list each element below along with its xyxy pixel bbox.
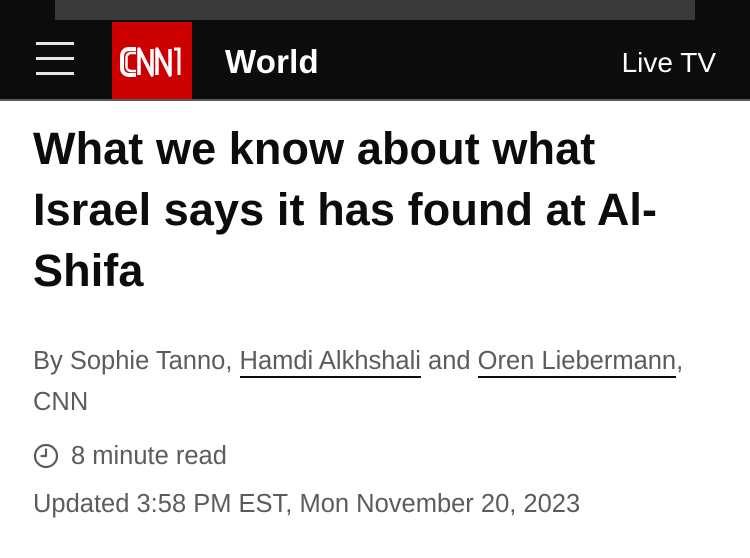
clock-icon [33, 443, 59, 469]
byline-separator: and [420, 347, 478, 375]
read-time: 8 minute read [33, 436, 227, 476]
section-title[interactable]: World [225, 40, 319, 84]
cnn-logo-icon [120, 46, 181, 77]
author-link-hamdi-alkhshali[interactable]: Hamdi Alkhshali [239, 347, 421, 378]
updated-timestamp: Updated 3:58 PM EST, Mon November 20, 20… [33, 490, 581, 518]
cnn-logo[interactable] [112, 22, 192, 101]
byline-prefix: By [33, 347, 70, 375]
browser-toolbar-strip [55, 0, 695, 20]
live-tv-link[interactable]: Live TV [622, 43, 716, 83]
header-divider [0, 99, 750, 101]
top-navigation-bar: World Live TV [0, 0, 750, 101]
author-link-oren-liebermann[interactable]: Oren Liebermann [477, 347, 677, 378]
article-byline: By Sophie Tanno, Hamdi Alkhshali and Ore… [33, 341, 733, 423]
byline-separator: , [225, 347, 240, 375]
hamburger-menu-icon[interactable] [36, 42, 74, 76]
author-name: Sophie Tanno [69, 347, 226, 375]
read-time-label: 8 minute read [71, 441, 227, 470]
article-headline: What we know about what Israel says it h… [33, 123, 658, 296]
